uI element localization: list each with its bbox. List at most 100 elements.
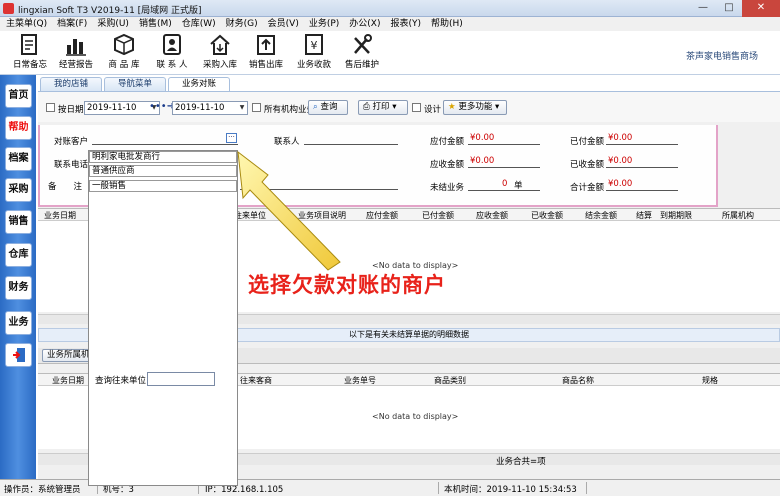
pending-unit: 单 [514, 181, 523, 191]
col2-category[interactable]: 商品类别 [434, 375, 466, 386]
tab-reconciliation[interactable]: 业务对账 [168, 77, 231, 91]
customer-picker-button[interactable]: ··· [226, 133, 237, 143]
nav-home[interactable]: 首页 [5, 84, 32, 108]
dropdown-item[interactable]: 一般销售 [89, 180, 237, 192]
tab-strip: 我的店铺 导航菜单 业务对账 [40, 77, 231, 91]
all-org-checkbox[interactable] [252, 103, 261, 112]
query-button[interactable]: ⌕ 查询 [308, 100, 348, 115]
menu-finance[interactable]: 财务(G) [226, 17, 258, 31]
menu-warehouse[interactable]: 仓库(W) [182, 17, 216, 31]
nav-warehouse[interactable]: 仓库 [5, 243, 32, 267]
sales-out-button[interactable]: 销售出库 [246, 33, 286, 73]
contact-input[interactable] [304, 133, 398, 145]
col2-goods[interactable]: 商品名称 [562, 375, 594, 386]
memo-button[interactable]: 日常备忘 [10, 33, 50, 73]
payable-label: 应付金额 [430, 137, 465, 147]
menu-report[interactable]: 报表(Y) [391, 17, 422, 31]
window-title: lingxian Soft T3 V2019-11 [局域网 正式版] [18, 6, 202, 16]
pending-label: 未结业务 [430, 183, 465, 193]
menu-business[interactable]: 业务(P) [309, 17, 339, 31]
col-partner[interactable]: 往来单位 [234, 210, 266, 221]
received-value: ¥0.00 [608, 156, 633, 166]
query-label: 查询 [320, 102, 338, 112]
col-balance[interactable]: 结余金额 [585, 210, 617, 221]
report-button[interactable]: 经营报告 [56, 33, 96, 73]
nav-help[interactable]: 帮助 [5, 116, 32, 140]
collection-button[interactable]: ¥ 业务收款 [294, 33, 334, 73]
nav-sales[interactable]: 销售 [5, 210, 32, 234]
minimize-button[interactable]: — [690, 0, 716, 17]
sales-out-label: 销售出库 [248, 60, 283, 70]
col-receivable[interactable]: 应收金额 [476, 210, 508, 221]
total-value: ¥0.00 [608, 179, 633, 189]
total-field: ¥0.00 [606, 179, 678, 191]
dropdown-search-input[interactable] [147, 372, 215, 386]
tab-my-store[interactable]: 我的店铺 [40, 77, 103, 91]
col-settle[interactable]: 结算 [636, 210, 652, 221]
received-field: ¥0.00 [606, 156, 678, 168]
aftersales-button[interactable]: 售后维护 [342, 33, 382, 73]
collection-label: 业务收款 [296, 60, 331, 70]
remark-input[interactable] [240, 178, 398, 190]
customer-input[interactable] [92, 133, 238, 145]
more-functions-button[interactable]: ★ 更多功能 ▾ [443, 100, 507, 115]
col-due[interactable]: 到期期限 [660, 210, 692, 221]
col-desc[interactable]: 业务项目说明 [298, 210, 346, 221]
menu-bar: 主菜单(Q) 档案(F) 采购(U) 销售(M) 仓库(W) 财务(G) 会员(… [0, 17, 780, 31]
nav-exit[interactable] [5, 343, 32, 367]
menu-main[interactable]: 主菜单(Q) [6, 17, 47, 31]
col-paid[interactable]: 已付金额 [422, 210, 454, 221]
purchase-in-button[interactable]: 采购入库 [200, 33, 240, 73]
nav-purchase[interactable]: 采购 [5, 178, 32, 202]
dropdown-item[interactable]: 普通供应商 [89, 165, 237, 177]
goods-button[interactable]: 商 品 库 [104, 33, 144, 73]
box-icon [114, 33, 134, 56]
menu-archive[interactable]: 档案(F) [57, 17, 87, 31]
col2-date[interactable]: 业务日期 [52, 375, 84, 386]
nav-archive[interactable]: 档案 [5, 147, 32, 171]
col2-billno[interactable]: 业务单号 [344, 375, 376, 386]
menu-member[interactable]: 会员(V) [268, 17, 299, 31]
goods-label: 商 品 库 [108, 60, 140, 70]
total-label: 合计金额 [570, 183, 605, 193]
memo-icon [21, 34, 37, 55]
customer-label: 对账客户 [54, 137, 89, 147]
filter-bar: 按日期 2019-11-10 ▼ •••➜ 2019-11-10 ▼ 所有机构业务 … [38, 92, 780, 122]
col-received[interactable]: 已收金额 [531, 210, 563, 221]
date-to-input[interactable]: 2019-11-10 ▼ [172, 101, 248, 115]
nav-business[interactable]: 业务 [5, 311, 32, 335]
detail-summary-text: 业务合共=项 [496, 457, 546, 467]
by-date-checkbox[interactable] [46, 103, 55, 112]
status-time: 本机时间：2019-11-10 15:34:53 [444, 485, 577, 495]
dropdown-item[interactable]: 明利家电批发商行 [89, 151, 237, 163]
design-label: 设计 [424, 105, 442, 115]
pending-field: 0单 [468, 179, 540, 191]
pending-count: 0 [502, 179, 508, 189]
contact-label: 联系人 [274, 137, 300, 147]
col2-partner[interactable]: 往来客商 [240, 375, 272, 386]
menu-help[interactable]: 帮助(H) [431, 17, 463, 31]
tab-nav-menu[interactable]: 导航菜单 [104, 77, 167, 91]
close-button[interactable]: ✕ [742, 0, 780, 17]
date-to-value: 2019-11-10 [175, 103, 225, 113]
menu-office[interactable]: 办公(X) [349, 17, 380, 31]
menu-purchase[interactable]: 采购(U) [97, 17, 129, 31]
contacts-button[interactable]: 联 系 人 [152, 33, 192, 73]
col-date[interactable]: 业务日期 [44, 210, 76, 221]
tools-icon [354, 34, 372, 54]
date-to-dropdown-icon[interactable]: ▼ [238, 104, 246, 112]
chevron-down-icon: ▾ [495, 102, 500, 112]
col2-spec[interactable]: 规格 [702, 375, 718, 386]
received-label: 已收金额 [570, 160, 605, 170]
yen-doc-icon: ¥ [305, 34, 323, 55]
menu-sales[interactable]: 销售(M) [139, 17, 172, 31]
maximize-button[interactable]: □ [716, 0, 742, 17]
print-button[interactable]: ⎙ 打印 ▾ [358, 100, 408, 115]
design-checkbox[interactable] [412, 103, 421, 112]
col-payable[interactable]: 应付金额 [366, 210, 398, 221]
paid-label: 已付金额 [570, 137, 605, 147]
col-org[interactable]: 所属机构 [722, 210, 754, 221]
nav-finance[interactable]: 财务 [5, 276, 32, 300]
printer-icon: ⎙ [363, 102, 370, 112]
memo-label: 日常备忘 [12, 60, 47, 70]
